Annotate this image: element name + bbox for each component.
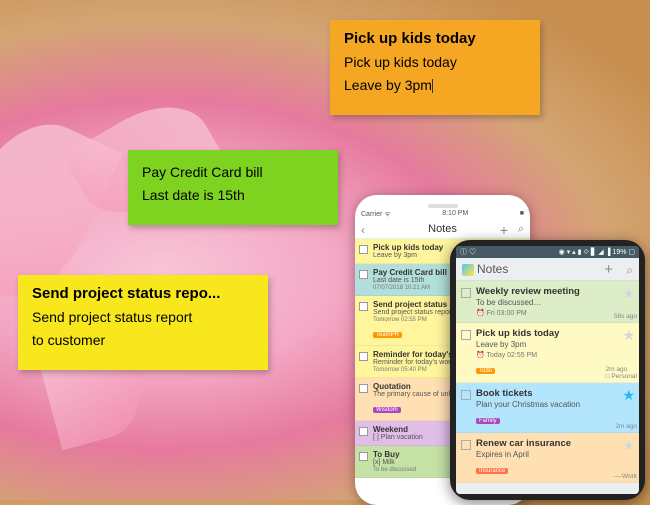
sticky-title: Send project status repo... <box>32 285 254 302</box>
note-row[interactable]: ★ Weekly review meeting To be discussed…… <box>456 281 639 323</box>
sticky-note-yellow[interactable]: Send project status repo... Send project… <box>18 275 268 370</box>
sticky-line: Send project status report <box>32 308 254 328</box>
note-subtitle: Leave by 3pm <box>476 340 617 349</box>
checkbox[interactable] <box>461 440 471 450</box>
sticky-title: Pick up kids today <box>344 30 526 47</box>
sticky-line: Pick up kids today <box>344 53 526 73</box>
note-subtitle: Expires in April <box>476 450 617 459</box>
page-title: Notes <box>428 223 457 235</box>
checkbox[interactable] <box>359 302 368 311</box>
android-status-bar: ⓘ ♡ ◉ ▾ ▴ ▮ ⟐ ▋ ◢ ▐ 19% ▢ <box>456 246 639 258</box>
note-title: Pick up kids today <box>476 328 617 339</box>
sticky-note-green[interactable]: Pay Credit Card bill Last date is 15th <box>128 150 338 225</box>
page-title: Notes <box>477 262 508 276</box>
checkbox[interactable] <box>461 390 471 400</box>
star-icon[interactable]: ★ <box>622 327 635 344</box>
star-icon[interactable]: ★ <box>622 437 635 454</box>
sticky-line[interactable]: Leave by 3pm <box>344 76 526 96</box>
add-icon[interactable]: + <box>604 261 613 278</box>
search-icon[interactable]: ⌕ <box>518 223 524 236</box>
checkbox[interactable] <box>359 427 368 436</box>
checkbox[interactable] <box>359 452 368 461</box>
checkbox[interactable] <box>359 270 368 279</box>
sticky-line: Pay Credit Card bill <box>142 163 324 183</box>
note-title: Book tickets <box>476 388 617 399</box>
checkbox[interactable] <box>359 384 368 393</box>
android-notes-list: ★ Weekly review meeting To be discussed…… <box>456 281 639 483</box>
android-device: ⓘ ♡ ◉ ▾ ▴ ▮ ⟐ ▋ ◢ ▐ 19% ▢ Notes + ⌕ ★ We… <box>450 240 645 500</box>
note-row[interactable]: ★ Pick up kids today Leave by 3pm ⏰ Toda… <box>456 323 639 383</box>
star-icon[interactable]: ★ <box>622 285 635 302</box>
back-icon[interactable]: ‹ <box>361 223 365 237</box>
sticky-line: to customer <box>32 331 254 351</box>
search-icon[interactable]: ⌕ <box>626 263 633 278</box>
note-title: Renew car insurance <box>476 438 617 449</box>
android-header: Notes + ⌕ <box>456 258 639 281</box>
note-title: Weekly review meeting <box>476 286 617 297</box>
checkbox[interactable] <box>359 245 368 254</box>
iphone-header: ‹ Notes + ⌕ <box>355 220 530 239</box>
sticky-note-orange[interactable]: Pick up kids today Pick up kids today Le… <box>330 20 540 115</box>
star-icon[interactable]: ★ <box>622 387 635 404</box>
iphone-status-bar: Carrier ᯤ 8:10 PM ■ <box>355 209 530 220</box>
add-icon[interactable]: + <box>500 222 508 238</box>
note-subtitle: Plan your Christmas vacation <box>476 400 617 409</box>
text-cursor <box>432 79 433 93</box>
checkbox[interactable] <box>461 288 471 298</box>
note-row[interactable]: ★ Renew car insurance Expires in April I… <box>456 433 639 483</box>
checkbox[interactable] <box>461 330 471 340</box>
checkbox[interactable] <box>359 352 368 361</box>
app-icon <box>462 264 474 276</box>
note-row[interactable]: ★ Book tickets Plan your Christmas vacat… <box>456 383 639 433</box>
sticky-line: Last date is 15th <box>142 186 324 206</box>
note-subtitle: To be discussed… <box>476 298 617 307</box>
